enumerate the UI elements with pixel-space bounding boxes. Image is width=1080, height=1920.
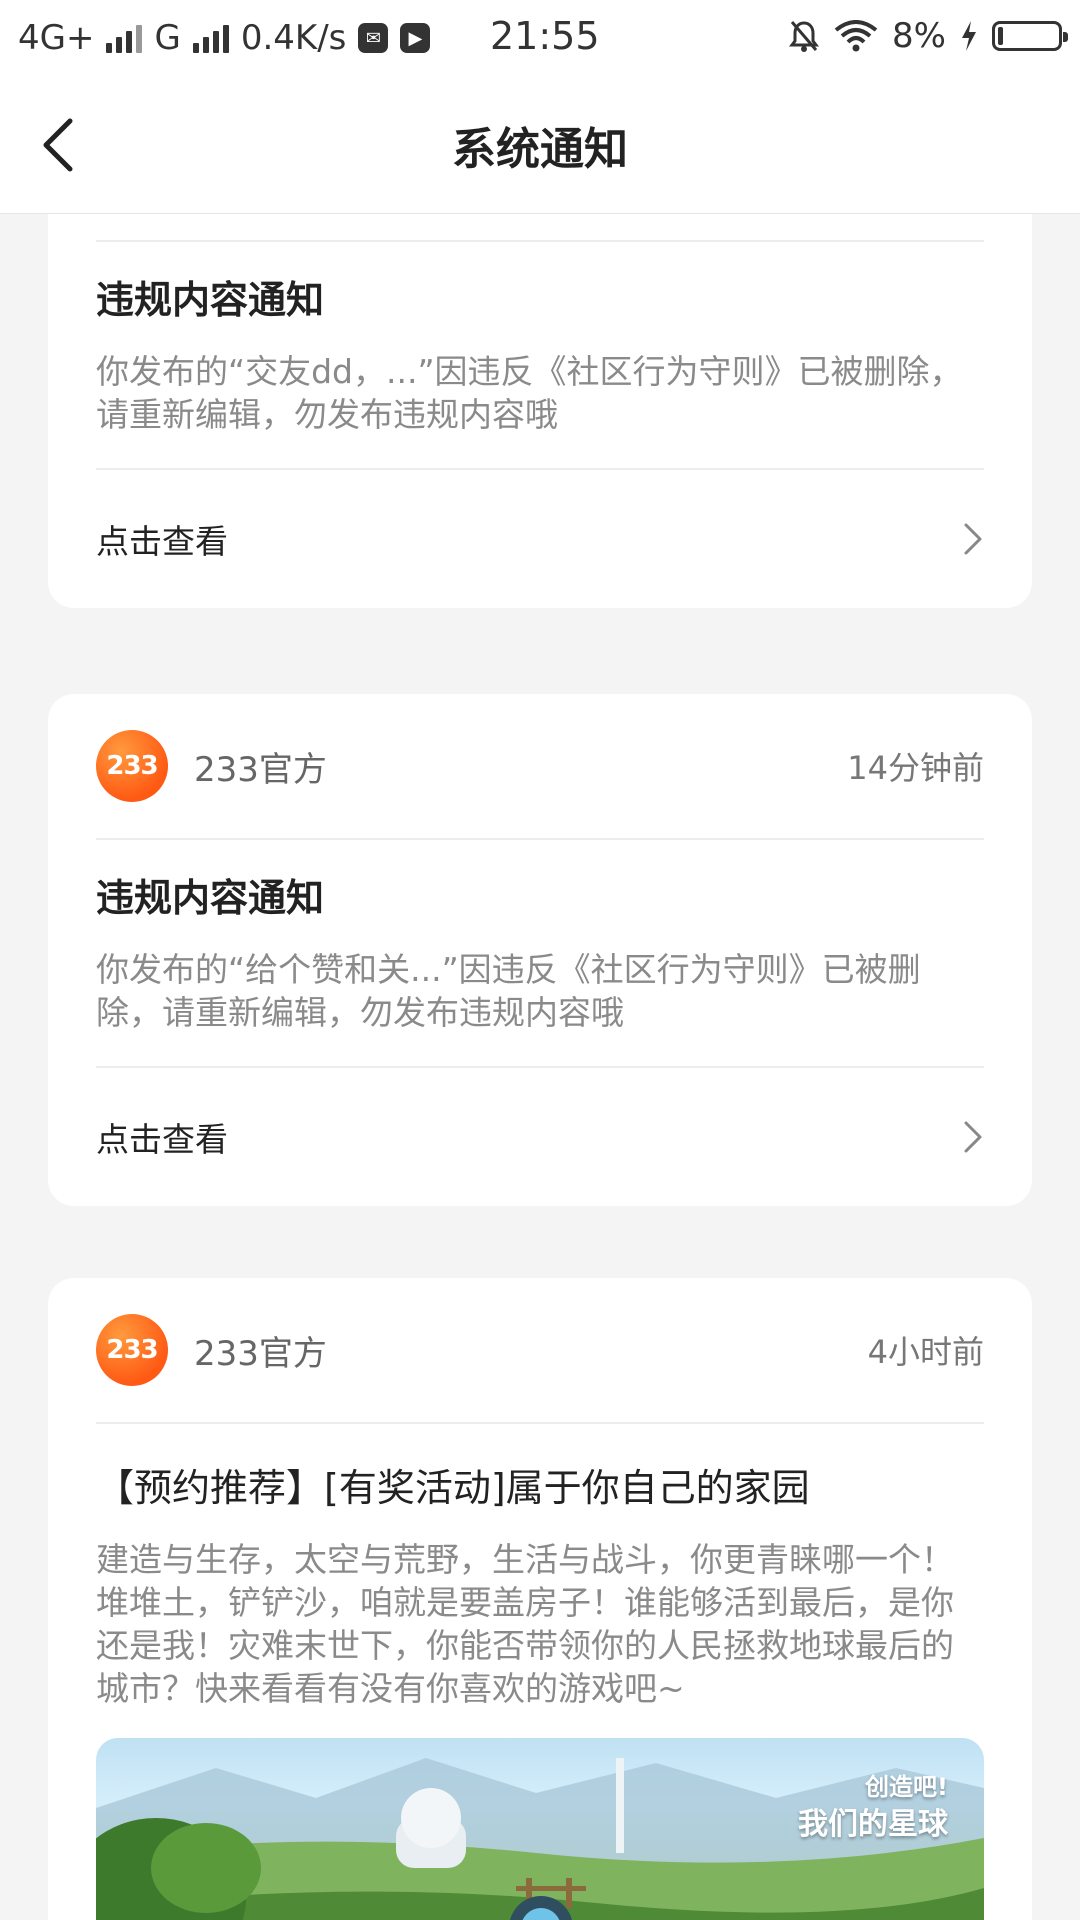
nav-bar: 系统通知 xyxy=(0,76,1080,214)
view-details-label: 点击查看 xyxy=(96,1120,228,1159)
page-title: 系统通知 xyxy=(452,123,628,175)
status-bar: 4G+ G 0.4K/s ✉ ▶ 21:55 8% xyxy=(0,0,1080,76)
signal-icon xyxy=(106,23,143,53)
chevron-right-icon xyxy=(964,1121,982,1153)
signal-icon-2 xyxy=(192,23,229,53)
notification-description: 建造与生存，太空与荒野，生活与战斗，你更青睐哪一个！堆堆土，铲铲沙，咱就是要盖房… xyxy=(96,1540,954,1708)
notification-card: 233 233官方 14分钟前 违规内容通知 你发布的“给个赞和关...”因违反… xyxy=(48,694,1032,1206)
promo-image[interactable]: 创造吧! 我们的星球 xyxy=(96,1738,984,1920)
chevron-left-icon xyxy=(43,118,73,172)
notification-time: 4小时前 xyxy=(867,1333,984,1371)
battery-level xyxy=(998,27,1003,45)
status-right: 8% xyxy=(788,16,1068,56)
promo-brand-text: 创造吧! 我们的星球 xyxy=(798,1773,948,1842)
network-type-1: 4G+ xyxy=(18,18,95,58)
chevron-right-icon xyxy=(964,523,982,555)
view-details-row[interactable]: 点击查看 xyxy=(96,470,984,608)
notification-description: 你发布的“给个赞和关...”因违反《社区行为守则》已被删除，请重新编辑，勿发布违… xyxy=(96,950,921,1032)
clock: 21:55 xyxy=(490,14,600,58)
card-body: 违规内容通知 你发布的“交友dd，...”因违反《社区行为守则》已被删除，请重新… xyxy=(96,242,984,470)
notification-card[interactable]: 233 233官方 4小时前 【预约推荐】[有奖活动]属于你自己的家园 建造与生… xyxy=(48,1278,1032,1920)
publisher-logo: 233 xyxy=(96,730,168,802)
network-speed: 0.4K/s xyxy=(240,18,347,58)
notification-time: 14分钟前 xyxy=(847,749,984,787)
play-app-icon: ▶ xyxy=(400,23,431,53)
notification-description: 你发布的“交友dd，...”因违反《社区行为守则》已被删除，请重新编辑，勿发布违… xyxy=(96,352,963,434)
message-app-icon: ✉ xyxy=(358,23,389,53)
notification-title: 违规内容通知 xyxy=(96,278,325,322)
wifi-icon xyxy=(834,20,878,52)
mute-bell-icon xyxy=(789,21,820,52)
battery-icon xyxy=(992,21,1068,51)
app-screen: 4G+ G 0.4K/s ✉ ▶ 21:55 8% 系统通知 违规内容通知 你发… xyxy=(0,0,1080,1920)
publisher-logo: 233 xyxy=(96,1314,168,1386)
view-details-label: 点击查看 xyxy=(96,522,228,561)
back-button[interactable] xyxy=(40,110,110,180)
charging-icon xyxy=(962,21,976,51)
card-header: 233 233官方 4小时前 xyxy=(96,1278,984,1424)
publisher-name: 233官方 xyxy=(194,1333,327,1374)
card-header: 233 233官方 14分钟前 xyxy=(96,694,984,840)
view-details-row[interactable]: 点击查看 xyxy=(96,1068,984,1206)
notification-title: 【预约推荐】[有奖活动]属于你自己的家园 xyxy=(96,1466,810,1510)
notification-title: 违规内容通知 xyxy=(96,876,325,920)
network-type-2: G xyxy=(154,18,181,58)
battery-percent: 8% xyxy=(892,16,946,56)
card-body: 【预约推荐】[有奖活动]属于你自己的家园 建造与生存，太空与荒野，生活与战斗，你… xyxy=(96,1424,984,1920)
card-body: 违规内容通知 你发布的“给个赞和关...”因违反《社区行为守则》已被删除，请重新… xyxy=(96,840,984,1068)
status-left: 4G+ G 0.4K/s ✉ ▶ xyxy=(18,18,431,58)
publisher-name: 233官方 xyxy=(194,749,327,790)
